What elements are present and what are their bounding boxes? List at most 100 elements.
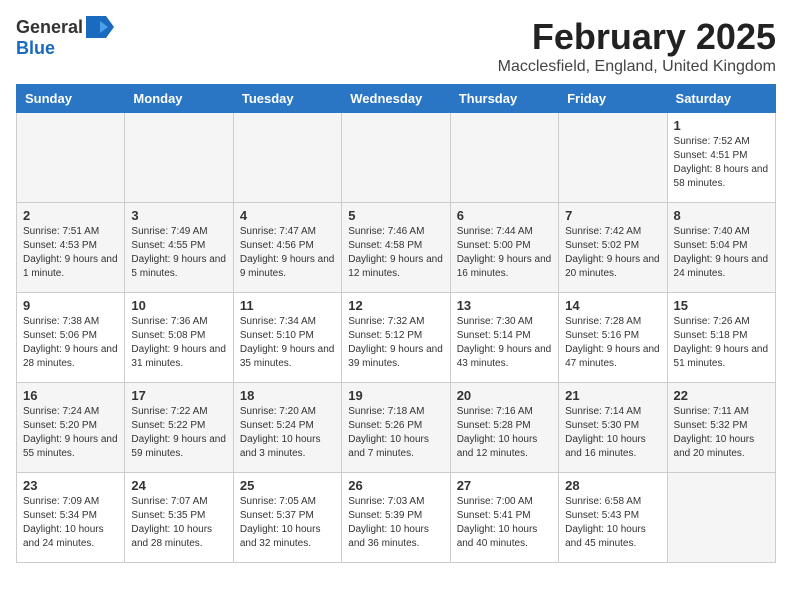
calendar-week-row: 1 Sunrise: 7:52 AM Sunset: 4:51 PM Daylig…: [17, 113, 776, 203]
day-header-saturday: Saturday: [667, 85, 775, 113]
day-info: Sunrise: 7:40 AM Sunset: 5:04 PM Dayligh…: [674, 225, 769, 281]
calendar-day-cell: 26Sunrise: 7:03 AM Sunset: 5:39 PM Dayli…: [342, 473, 450, 563]
day-info: Sunrise: 7:44 AM Sunset: 5:00 PM Dayligh…: [457, 225, 552, 281]
day-info: Sunrise: 7:36 AM Sunset: 5:08 PM Dayligh…: [131, 315, 226, 371]
day-info: Sunrise: 7:28 AM Sunset: 5:16 PM Dayligh…: [565, 315, 660, 371]
day-info: Sunrise: 6:58 AM Sunset: 5:43 PM Dayligh…: [565, 495, 660, 551]
day-info: Sunrise: 7:07 AM Sunset: 5:35 PM Dayligh…: [131, 495, 226, 551]
day-info: Sunrise: 7:42 AM Sunset: 5:02 PM Dayligh…: [565, 225, 660, 281]
day-number: 17: [131, 388, 226, 403]
calendar-day-cell: 18Sunrise: 7:20 AM Sunset: 5:24 PM Dayli…: [233, 383, 341, 473]
day-number: 9: [23, 298, 118, 313]
title-section: February 2025 Macclesfield, England, Uni…: [498, 16, 776, 76]
calendar-day-cell: 9 Sunrise: 7:38 AM Sunset: 5:06 PM Daylig…: [17, 293, 125, 383]
day-number: 7: [565, 208, 660, 223]
calendar-day-cell: 22 Sunrise: 7:11 AM Sunset: 5:32 PM Dayli…: [667, 383, 775, 473]
calendar-day-cell: 21 Sunrise: 7:14 AM Sunset: 5:30 PM Dayli…: [559, 383, 667, 473]
day-number: 23: [23, 478, 118, 493]
day-number: 25: [240, 478, 335, 493]
calendar-day-cell: [450, 113, 558, 203]
calendar-day-cell: 19 Sunrise: 7:18 AM Sunset: 5:26 PM Dayli…: [342, 383, 450, 473]
day-info: Sunrise: 7:14 AM Sunset: 5:30 PM Dayligh…: [565, 405, 660, 461]
day-info: Sunrise: 7:16 AM Sunset: 5:28 PM Dayligh…: [457, 405, 552, 461]
day-header-sunday: Sunday: [17, 85, 125, 113]
day-number: 22: [674, 388, 769, 403]
day-header-monday: Monday: [125, 85, 233, 113]
calendar-day-cell: 4 Sunrise: 7:47 AM Sunset: 4:56 PM Daylig…: [233, 203, 341, 293]
calendar-day-cell: 5Sunrise: 7:46 AM Sunset: 4:58 PM Daylig…: [342, 203, 450, 293]
calendar-day-cell: 27Sunrise: 7:00 AM Sunset: 5:41 PM Dayli…: [450, 473, 558, 563]
day-info: Sunrise: 7:11 AM Sunset: 5:32 PM Dayligh…: [674, 405, 769, 461]
calendar-title: February 2025: [498, 16, 776, 58]
day-number: 16: [23, 388, 118, 403]
day-number: 14: [565, 298, 660, 313]
calendar-day-cell: 10 Sunrise: 7:36 AM Sunset: 5:08 PM Dayli…: [125, 293, 233, 383]
day-number: 1: [674, 118, 769, 133]
calendar-day-cell: 3 Sunrise: 7:49 AM Sunset: 4:55 PM Daylig…: [125, 203, 233, 293]
day-number: 12: [348, 298, 443, 313]
day-info: Sunrise: 7:34 AM Sunset: 5:10 PM Dayligh…: [240, 315, 335, 371]
day-number: 24: [131, 478, 226, 493]
day-info: Sunrise: 7:20 AM Sunset: 5:24 PM Dayligh…: [240, 405, 335, 461]
calendar-day-cell: 7 Sunrise: 7:42 AM Sunset: 5:02 PM Daylig…: [559, 203, 667, 293]
calendar-header-row: SundayMondayTuesdayWednesdayThursdayFrid…: [17, 85, 776, 113]
day-number: 28: [565, 478, 660, 493]
day-header-friday: Friday: [559, 85, 667, 113]
day-header-thursday: Thursday: [450, 85, 558, 113]
calendar-day-cell: 12 Sunrise: 7:32 AM Sunset: 5:12 PM Dayli…: [342, 293, 450, 383]
day-number: 3: [131, 208, 226, 223]
day-number: 19: [348, 388, 443, 403]
calendar-day-cell: [667, 473, 775, 563]
day-number: 2: [23, 208, 118, 223]
calendar-day-cell: [342, 113, 450, 203]
day-number: 21: [565, 388, 660, 403]
calendar-subtitle: Macclesfield, England, United Kingdom: [498, 58, 776, 76]
page-header: General Blue February 2025 Macclesfield,…: [16, 16, 776, 76]
calendar-day-cell: 16 Sunrise: 7:24 AM Sunset: 5:20 PM Dayli…: [17, 383, 125, 473]
calendar-day-cell: 2 Sunrise: 7:51 AM Sunset: 4:53 PM Daylig…: [17, 203, 125, 293]
calendar-day-cell: 20 Sunrise: 7:16 AM Sunset: 5:28 PM Dayli…: [450, 383, 558, 473]
calendar-week-row: 9 Sunrise: 7:38 AM Sunset: 5:06 PM Daylig…: [17, 293, 776, 383]
calendar-week-row: 2 Sunrise: 7:51 AM Sunset: 4:53 PM Daylig…: [17, 203, 776, 293]
logo: General Blue: [16, 16, 114, 59]
day-info: Sunrise: 7:51 AM Sunset: 4:53 PM Dayligh…: [23, 225, 118, 281]
day-info: Sunrise: 7:38 AM Sunset: 5:06 PM Dayligh…: [23, 315, 118, 371]
day-info: Sunrise: 7:00 AM Sunset: 5:41 PM Dayligh…: [457, 495, 552, 551]
calendar-day-cell: 24 Sunrise: 7:07 AM Sunset: 5:35 PM Dayli…: [125, 473, 233, 563]
day-info: Sunrise: 7:22 AM Sunset: 5:22 PM Dayligh…: [131, 405, 226, 461]
calendar-day-cell: [233, 113, 341, 203]
calendar-day-cell: 25 Sunrise: 7:05 AM Sunset: 5:37 PM Dayli…: [233, 473, 341, 563]
calendar-day-cell: 14 Sunrise: 7:28 AM Sunset: 5:16 PM Dayli…: [559, 293, 667, 383]
day-info: Sunrise: 7:18 AM Sunset: 5:26 PM Dayligh…: [348, 405, 443, 461]
calendar-day-cell: 6Sunrise: 7:44 AM Sunset: 5:00 PM Daylig…: [450, 203, 558, 293]
day-info: Sunrise: 7:24 AM Sunset: 5:20 PM Dayligh…: [23, 405, 118, 461]
calendar-day-cell: [559, 113, 667, 203]
day-info: Sunrise: 7:03 AM Sunset: 5:39 PM Dayligh…: [348, 495, 443, 551]
calendar-day-cell: 11 Sunrise: 7:34 AM Sunset: 5:10 PM Dayli…: [233, 293, 341, 383]
day-number: 15: [674, 298, 769, 313]
day-number: 11: [240, 298, 335, 313]
day-number: 10: [131, 298, 226, 313]
day-info: Sunrise: 7:30 AM Sunset: 5:14 PM Dayligh…: [457, 315, 552, 371]
day-info: Sunrise: 7:52 AM Sunset: 4:51 PM Dayligh…: [674, 135, 769, 191]
calendar-day-cell: 28 Sunrise: 6:58 AM Sunset: 5:43 PM Dayli…: [559, 473, 667, 563]
day-number: 20: [457, 388, 552, 403]
calendar-table: SundayMondayTuesdayWednesdayThursdayFrid…: [16, 84, 776, 563]
day-number: 8: [674, 208, 769, 223]
day-header-wednesday: Wednesday: [342, 85, 450, 113]
day-info: Sunrise: 7:32 AM Sunset: 5:12 PM Dayligh…: [348, 315, 443, 371]
day-number: 5: [348, 208, 443, 223]
day-info: Sunrise: 7:09 AM Sunset: 5:34 PM Dayligh…: [23, 495, 118, 551]
calendar-day-cell: 23 Sunrise: 7:09 AM Sunset: 5:34 PM Dayli…: [17, 473, 125, 563]
day-info: Sunrise: 7:47 AM Sunset: 4:56 PM Dayligh…: [240, 225, 335, 281]
day-number: 4: [240, 208, 335, 223]
day-number: 13: [457, 298, 552, 313]
logo-general-text: General: [16, 17, 83, 38]
calendar-day-cell: 8 Sunrise: 7:40 AM Sunset: 5:04 PM Daylig…: [667, 203, 775, 293]
calendar-day-cell: 1 Sunrise: 7:52 AM Sunset: 4:51 PM Daylig…: [667, 113, 775, 203]
day-info: Sunrise: 7:05 AM Sunset: 5:37 PM Dayligh…: [240, 495, 335, 551]
calendar-week-row: 16 Sunrise: 7:24 AM Sunset: 5:20 PM Dayli…: [17, 383, 776, 473]
calendar-day-cell: 13 Sunrise: 7:30 AM Sunset: 5:14 PM Dayli…: [450, 293, 558, 383]
logo-blue-text: Blue: [16, 38, 55, 58]
day-info: Sunrise: 7:49 AM Sunset: 4:55 PM Dayligh…: [131, 225, 226, 281]
